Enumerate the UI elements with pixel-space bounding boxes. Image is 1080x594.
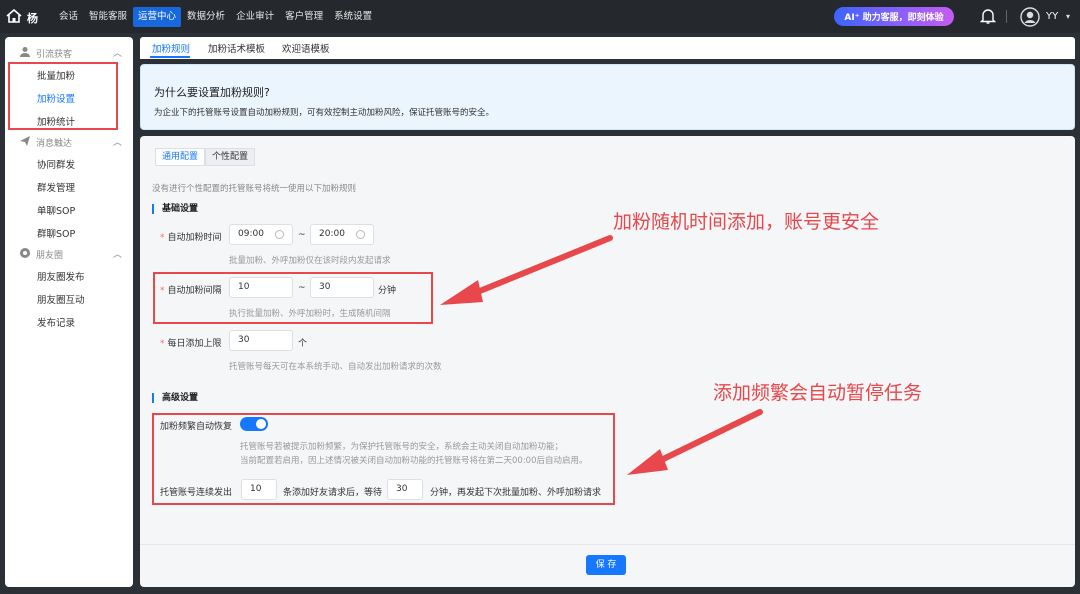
annotation-arrows: [440, 235, 763, 475]
arrow-random-interval-head-icon: [440, 280, 483, 305]
arrow-random-interval-icon: [467, 235, 613, 298]
app-window: 杨 会话 智能客服 运营中心 数据分析 企业审计 客户管理 系统设置 AI⁺ 助…: [0, 0, 1080, 594]
arrow-auto-pause-head-icon: [627, 449, 668, 475]
arrow-auto-pause-icon: [652, 409, 763, 466]
